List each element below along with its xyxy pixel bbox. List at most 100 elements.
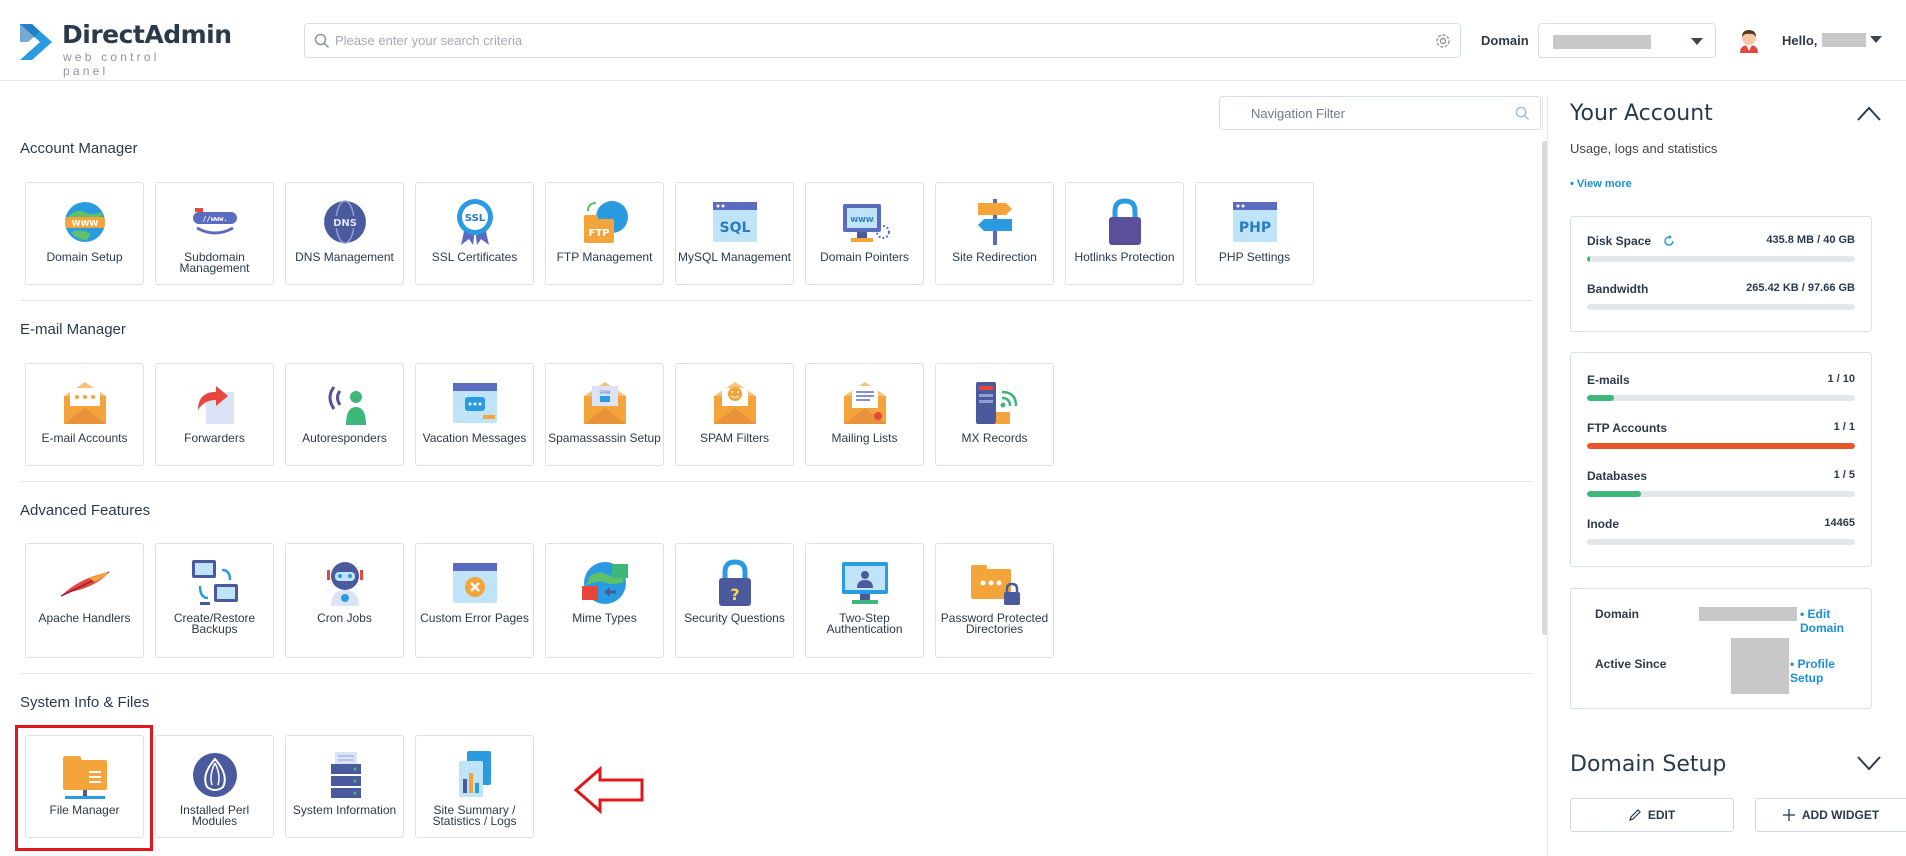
search-icon [314, 33, 330, 49]
chevron-down-icon[interactable] [1856, 754, 1882, 772]
top-header: DirectAdmin web control panel Domain Hel… [0, 0, 1906, 81]
mime-types-tile[interactable]: Mime Types [545, 543, 664, 658]
mysql-management-tile[interactable]: SQL MySQL Management [675, 182, 794, 285]
bandwidth-value: 265.42 KB / 97.66 GB [1746, 282, 1855, 294]
custom-error-pages-tile[interactable]: Custom Error Pages [415, 543, 534, 658]
logo-chevron-icon [20, 24, 52, 60]
svg-text:DNS: DNS [333, 218, 357, 229]
server-signal-icon [975, 382, 1017, 424]
php-settings-tile[interactable]: PHP PHP Settings [1195, 182, 1314, 285]
spam-filters-tile[interactable]: SPAM Filters [675, 363, 794, 466]
svg-text:SPAM: SPAM [599, 390, 610, 395]
hotlinks-protection-tile[interactable]: Hotlinks Protection [1065, 182, 1184, 285]
stats-chart-icon [458, 751, 491, 797]
dns-management-label: DNS Management [295, 250, 394, 264]
refresh-icon[interactable] [1663, 235, 1675, 247]
domain-setup-label: Domain Setup [46, 250, 123, 264]
user-menu-caret-icon[interactable] [1870, 36, 1882, 43]
system-information-label: System Information [292, 803, 397, 817]
section-title-account-manager: Account Manager [20, 140, 138, 157]
edit-button-label: EDIT [1647, 808, 1676, 822]
svg-text:SQL: SQL [719, 220, 750, 236]
domain-setup-widget-title: Domain Setup [1570, 752, 1727, 777]
redacted-domain-value [1699, 607, 1797, 621]
dns-management-tile[interactable]: DNS DNS Management [285, 182, 404, 285]
apache-handlers-tile[interactable]: Apache Handlers [25, 543, 144, 658]
search-input[interactable] [335, 24, 1415, 57]
domain-pointers-tile[interactable]: WWW Domain Pointers [805, 182, 924, 285]
vacation-messages-tile[interactable]: Vacation Messages [415, 363, 534, 466]
emails-value: 1 / 10 [1827, 373, 1855, 385]
email-accounts-label: E-mail Accounts [41, 431, 128, 445]
error-window-icon [452, 563, 497, 603]
your-account-title: Your Account [1570, 101, 1713, 126]
gear-icon[interactable] [1434, 32, 1452, 50]
create-restore-backups-tile[interactable]: Create/Restore Backups [155, 543, 274, 658]
system-information-tile[interactable]: System Information [285, 735, 404, 838]
two-step-authentication-tile[interactable]: Two-Step Authentication [805, 543, 924, 658]
autoresponders-label: Autoresponders [302, 431, 387, 445]
svg-text://www.: //www. [202, 215, 227, 223]
chevron-up-icon[interactable] [1856, 104, 1882, 122]
domain-select[interactable] [1538, 23, 1716, 58]
databases-value: 1 / 5 [1833, 469, 1855, 481]
view-more-link[interactable]: • View more [1570, 178, 1632, 190]
mime-types-label: Mime Types [572, 611, 637, 625]
inode-stat: Inode 14465 [1587, 517, 1855, 547]
hotlinks-protection-label: Hotlinks Protection [1074, 250, 1175, 264]
navigation-filter-input[interactable] [1251, 97, 1501, 129]
inode-value: 14465 [1824, 517, 1855, 529]
ftp-folder-icon: FTP [583, 201, 628, 243]
password-protected-directories-tile[interactable]: Password Protected Directories [935, 543, 1054, 658]
subdomain-management-tile[interactable]: //www. Subdomain Management [155, 182, 274, 285]
mx-records-tile[interactable]: MX Records [935, 363, 1054, 466]
installed-perl-modules-label: Installed Perl Modules [179, 803, 250, 828]
password-protected-directories-label: Password Protected Directories [940, 611, 1049, 636]
cron-jobs-label: Cron Jobs [317, 611, 372, 625]
forwarders-label: Forwarders [184, 431, 245, 445]
person-signal-icon [328, 386, 366, 425]
ftp-accounts-label: FTP Accounts [1587, 421, 1668, 435]
padlock-icon [1108, 198, 1141, 245]
autoresponders-tile[interactable]: Autoresponders [285, 363, 404, 466]
app-subtitle: web control panel [63, 50, 160, 78]
subdomain-icon: //www. [192, 208, 237, 235]
ssl-certificates-tile[interactable]: SSL SSL Certificates [415, 182, 534, 285]
forwarders-tile[interactable]: Forwarders [155, 363, 274, 466]
site-summary-statistics-logs-tile[interactable]: Site Summary / Statistics / Logs [415, 735, 534, 838]
disk-space-stat: Disk Space 435.8 MB / 40 GB [1587, 234, 1855, 264]
edit-button[interactable]: EDIT [1570, 798, 1734, 832]
svg-text:WWW: WWW [71, 219, 98, 228]
plus-icon [1782, 809, 1795, 821]
locked-folder-icon [970, 565, 1020, 605]
domain-info-label: Domain [1595, 607, 1640, 621]
installed-perl-modules-tile[interactable]: Installed Perl Modules [155, 735, 274, 838]
spam-filters-label: SPAM Filters [699, 431, 770, 445]
cron-jobs-tile[interactable]: Cron Jobs [285, 543, 404, 658]
domain-setup-tile[interactable]: WWW Domain Setup [25, 182, 144, 285]
site-redirection-tile[interactable]: Site Redirection [935, 182, 1054, 285]
directadmin-logo[interactable]: DirectAdmin web control panel [18, 18, 232, 78]
account-counts-card: E-mails 1 / 10 FTP Accounts 1 / 1 Databa… [1570, 352, 1872, 567]
mailing-lists-tile[interactable]: Mailing Lists [805, 363, 924, 466]
forward-arrow-icon [197, 386, 234, 424]
spamassassin-setup-label: Spamassassin Setup [548, 431, 661, 445]
email-accounts-tile[interactable]: E-mail Accounts [25, 363, 144, 466]
add-widget-button[interactable]: ADD WIDGET [1755, 798, 1906, 832]
edit-domain-link[interactable]: • Edit Domain [1800, 607, 1871, 635]
emails-label: E-mails [1587, 373, 1630, 387]
php-window-icon: PHP [1232, 202, 1277, 242]
svg-text:?: ? [730, 585, 739, 604]
databases-bar [1587, 491, 1855, 497]
dns-globe-icon: DNS [323, 200, 366, 244]
svg-text:PHP: PHP [1238, 220, 1270, 236]
user-avatar-icon[interactable] [1736, 27, 1762, 53]
site-summary-statistics-logs-label: Site Summary / Statistics / Logs [432, 803, 517, 828]
section-divider [20, 673, 1533, 674]
pencil-icon [1628, 809, 1641, 821]
profile-setup-link[interactable]: • Profile Setup [1790, 657, 1871, 685]
smile-envelope-icon [713, 382, 756, 424]
spamassassin-setup-tile[interactable]: SPAM Spamassassin Setup [545, 363, 664, 466]
ftp-management-tile[interactable]: FTP FTP Management [545, 182, 664, 285]
security-questions-tile[interactable]: ? Security Questions [675, 543, 794, 658]
